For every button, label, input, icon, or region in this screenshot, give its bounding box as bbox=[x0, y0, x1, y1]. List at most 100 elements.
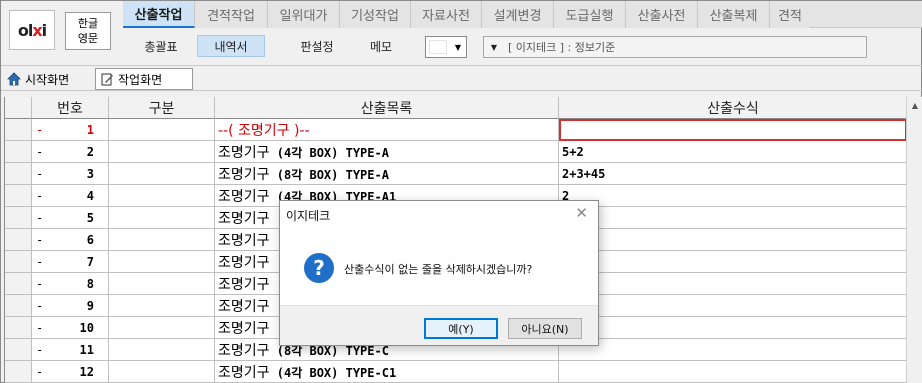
row-number: 4 bbox=[86, 188, 94, 203]
cell-formula[interactable] bbox=[559, 361, 906, 383]
page-tab-work[interactable]: 작업화면 bbox=[95, 68, 193, 90]
table-row[interactable]: -1 --( 조명기구 )-- bbox=[5, 119, 906, 141]
row-selector[interactable] bbox=[5, 317, 32, 339]
row-selector[interactable] bbox=[5, 361, 32, 383]
grid-header-number: 번호 bbox=[32, 97, 109, 119]
cell-category[interactable] bbox=[109, 119, 215, 141]
tab-data-dictionary[interactable]: 자료사전 bbox=[411, 1, 482, 28]
cell-category[interactable] bbox=[109, 295, 215, 317]
item-name-korean: 조명기구 bbox=[218, 276, 270, 293]
cell-number[interactable]: -7 bbox=[32, 251, 109, 273]
standard-dropdown[interactable]: ▼ [ 이지테크 ] : 정보기준 bbox=[483, 36, 867, 58]
brand-logo[interactable]: olxi bbox=[9, 10, 55, 50]
row-number: 5 bbox=[86, 210, 94, 225]
row-selector[interactable] bbox=[5, 339, 32, 361]
tab-contract-exec[interactable]: 도급실행 bbox=[554, 1, 626, 28]
cell-number[interactable]: -6 bbox=[32, 229, 109, 251]
cell-formula[interactable] bbox=[559, 229, 906, 251]
cell-number[interactable]: -9 bbox=[32, 295, 109, 317]
row-number: 10 bbox=[79, 320, 94, 335]
page-tab-home[interactable]: 시작화면 bbox=[3, 68, 89, 90]
cell-category[interactable] bbox=[109, 273, 215, 295]
row-selector[interactable] bbox=[5, 229, 32, 251]
formula-text: 5+2 bbox=[562, 144, 584, 159]
item-name-text: --( 조명기구 )-- bbox=[215, 120, 310, 140]
tab-progress-work[interactable]: 기성작업 bbox=[340, 1, 411, 28]
cell-category[interactable] bbox=[109, 229, 215, 251]
row-dash: - bbox=[36, 342, 44, 357]
cell-item-name[interactable]: 조명기구 (4각 BOX) TYPE-A bbox=[215, 141, 559, 163]
cell-category[interactable] bbox=[109, 251, 215, 273]
tab-estimate[interactable]: 견적 bbox=[770, 1, 810, 28]
row-selector[interactable] bbox=[5, 207, 32, 229]
cell-formula[interactable]: 5+2 bbox=[559, 141, 906, 163]
language-toggle-button[interactable]: 한글 영문 bbox=[65, 12, 111, 50]
table-row[interactable]: - 12 조명기구 (4각 BOX) TYPE-C1 bbox=[5, 361, 906, 383]
row-selector[interactable] bbox=[5, 295, 32, 317]
cell-number[interactable]: -4 bbox=[32, 185, 109, 207]
cell-number[interactable]: - 11 bbox=[32, 339, 109, 361]
cell-item-name[interactable]: 조명기구 (4각 BOX) TYPE-C1 bbox=[215, 361, 559, 383]
item-name-text: 조명기구 bbox=[215, 274, 270, 294]
cell-category[interactable] bbox=[109, 317, 215, 339]
row-selector[interactable] bbox=[5, 273, 32, 295]
cell-formula[interactable] bbox=[559, 273, 906, 295]
item-name-text: 조명기구 (4각 BOX) TYPE-A bbox=[215, 142, 389, 162]
tab-estimate-work[interactable]: 견적작업 bbox=[195, 1, 268, 28]
row-selector[interactable] bbox=[5, 163, 32, 185]
table-row[interactable]: -2 조명기구 (4각 BOX) TYPE-A 5+2 bbox=[5, 141, 906, 163]
cell-formula[interactable] bbox=[559, 295, 906, 317]
cell-number[interactable]: -5 bbox=[32, 207, 109, 229]
tab-calc-copy[interactable]: 산출복제 bbox=[698, 1, 770, 28]
tab-calc-work[interactable]: 산출작업 bbox=[123, 1, 195, 28]
page-tab-work-label: 작업화면 bbox=[118, 72, 163, 87]
row-number: 8 bbox=[86, 276, 94, 291]
row-number: 9 bbox=[86, 298, 94, 313]
cell-formula[interactable] bbox=[559, 339, 906, 361]
cell-formula[interactable] bbox=[559, 251, 906, 273]
cell-number[interactable]: - 12 bbox=[32, 361, 109, 383]
yes-button[interactable]: 예(Y) bbox=[424, 318, 498, 339]
no-button[interactable]: 아니요(N) bbox=[508, 318, 582, 339]
row-selector[interactable] bbox=[5, 185, 32, 207]
cell-number[interactable]: -2 bbox=[32, 141, 109, 163]
vertical-scrollbar[interactable]: ▲ bbox=[906, 97, 922, 383]
cell-number[interactable]: -8 bbox=[32, 273, 109, 295]
tab-calc-dictionary[interactable]: 산출사전 bbox=[626, 1, 698, 28]
table-row[interactable]: -3 조명기구 (8각 BOX) TYPE-A 2+3+45 bbox=[5, 163, 906, 185]
row-selector[interactable] bbox=[5, 141, 32, 163]
color-dropdown[interactable]: ▼ bbox=[425, 36, 467, 58]
cell-number[interactable]: - 10 bbox=[32, 317, 109, 339]
cell-formula[interactable] bbox=[559, 119, 906, 141]
memo-button[interactable]: 메모 bbox=[355, 35, 407, 57]
cell-category[interactable] bbox=[109, 207, 215, 229]
cell-category[interactable] bbox=[109, 361, 215, 383]
cell-number[interactable]: -1 bbox=[32, 119, 109, 141]
cell-formula[interactable]: 2 bbox=[559, 185, 906, 207]
summary-button[interactable]: 총괄표 bbox=[133, 35, 189, 57]
cell-formula[interactable] bbox=[559, 317, 906, 339]
tab-design-change[interactable]: 설계변경 bbox=[482, 1, 554, 28]
details-button[interactable]: 내역서 bbox=[197, 35, 265, 57]
tab-unit-price[interactable]: 일위대가 bbox=[268, 1, 340, 28]
cell-item-name[interactable]: --( 조명기구 )-- bbox=[215, 119, 559, 141]
item-name-text: 조명기구 bbox=[215, 252, 270, 272]
row-dash: - bbox=[36, 276, 44, 291]
cell-item-name[interactable]: 조명기구 (8각 BOX) TYPE-A bbox=[215, 163, 559, 185]
spec-button[interactable]: 판설정 bbox=[287, 35, 347, 57]
cell-formula[interactable]: 2+3+45 bbox=[559, 163, 906, 185]
cell-category[interactable] bbox=[109, 141, 215, 163]
cell-category[interactable] bbox=[109, 339, 215, 361]
cell-category[interactable] bbox=[109, 163, 215, 185]
row-selector[interactable] bbox=[5, 251, 32, 273]
cell-number[interactable]: -3 bbox=[32, 163, 109, 185]
home-icon bbox=[7, 72, 21, 86]
color-swatch bbox=[429, 40, 447, 54]
cell-category[interactable] bbox=[109, 185, 215, 207]
item-name-spec: (4각 BOX) TYPE-A bbox=[269, 145, 389, 160]
row-selector[interactable] bbox=[5, 119, 32, 141]
cell-formula[interactable] bbox=[559, 207, 906, 229]
close-icon[interactable]: ✕ bbox=[575, 204, 588, 222]
scroll-up-icon[interactable]: ▲ bbox=[907, 97, 922, 113]
row-number: 7 bbox=[86, 254, 94, 269]
